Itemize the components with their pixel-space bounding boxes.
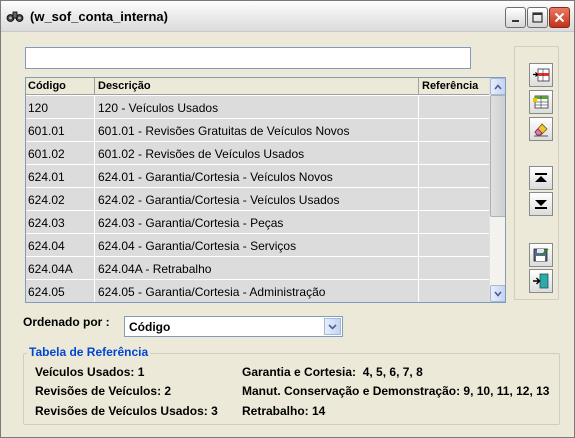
reference-item: Retrabalho: 14 (242, 404, 326, 418)
cell-codigo: 601.02 (28, 147, 65, 161)
cell-codigo: 624.03 (28, 216, 65, 230)
eraser-icon (534, 123, 548, 137)
column-header-descricao[interactable]: Descrição (98, 80, 151, 92)
window-title: (w_sof_conta_interna) (30, 9, 168, 24)
order-by-label: Ordenado por : (23, 315, 110, 329)
cell-descricao: 624.03 - Garantia/Cortesia - Peças (98, 216, 284, 230)
clear-button[interactable] (529, 117, 553, 141)
minimize-icon (511, 19, 519, 22)
column-header-referencia[interactable]: Referência (422, 80, 478, 92)
cell-descricao: 624.05 - Garantia/Cortesia - Administraç… (98, 285, 326, 299)
minimize-button[interactable] (505, 7, 526, 28)
table-row[interactable]: 601.02 601.02 - Revisões de Veículos Usa… (26, 142, 490, 165)
exit-icon (533, 273, 549, 289)
move-down-icon (535, 200, 547, 209)
insert-row-icon (533, 68, 550, 82)
cell-descricao: 120 - Veículos Usados (98, 101, 219, 115)
vertical-scrollbar[interactable] (489, 78, 505, 302)
move-down-button[interactable] (529, 192, 553, 216)
edit-table-icon (533, 95, 549, 109)
move-up-button[interactable] (529, 166, 553, 190)
table-row[interactable]: 624.04 624.04 - Garantia/Cortesia - Serv… (26, 234, 490, 257)
move-up-icon (535, 173, 547, 182)
cell-descricao: 624.02 - Garantia/Cortesia - Veículos Us… (98, 193, 340, 207)
cell-codigo: 624.04A (28, 262, 73, 276)
save-icon (533, 248, 549, 262)
dropdown-button[interactable] (324, 318, 341, 335)
toolbar-panel (514, 46, 559, 300)
close-button[interactable] (549, 7, 570, 28)
chevron-up-icon (494, 83, 502, 90)
chevron-down-icon (328, 323, 337, 330)
column-header-codigo[interactable]: Código (28, 80, 66, 92)
search-input[interactable] (25, 47, 471, 69)
table-row[interactable]: 624.01 624.01 - Garantia/Cortesia - Veíc… (26, 165, 490, 188)
cell-descricao: 624.04A - Retrabalho (98, 262, 212, 276)
reference-item: Revisões de Veículos Usados: 3 (35, 404, 218, 418)
insert-row-button[interactable] (529, 63, 553, 87)
table-row[interactable]: 624.04A 624.04A - Retrabalho (26, 257, 490, 280)
table-row[interactable]: 624.02 624.02 - Garantia/Cortesia - Veíc… (26, 188, 490, 211)
edit-table-button[interactable] (529, 90, 553, 114)
maximize-icon (532, 12, 543, 23)
order-by-value: Código (129, 320, 171, 334)
accounts-table: Código Descrição Referência 120 120 - Ve… (25, 77, 506, 303)
cell-descricao: 601.02 - Revisões de Veículos Usados (98, 147, 305, 161)
cell-codigo: 624.01 (28, 170, 65, 184)
exit-button[interactable] (529, 269, 553, 293)
close-icon (554, 12, 565, 23)
reference-item: Manut. Conservação e Demonstração: 9, 10… (242, 384, 550, 398)
reference-item: Garantia e Cortesia: 4, 5, 6, 7, 8 (242, 365, 423, 379)
main-window: (w_sof_conta_interna) Código Descrição R… (0, 0, 575, 438)
table-row[interactable]: 601.01 601.01 - Revisões Gratuitas de Ve… (26, 119, 490, 142)
maximize-button[interactable] (527, 7, 548, 28)
order-by-select[interactable]: Código (124, 316, 343, 337)
reference-item: Veículos Usados: 1 (35, 365, 145, 379)
reference-table-legend: Tabela de Referência (27, 345, 151, 359)
save-button[interactable] (529, 243, 553, 267)
scroll-down-button[interactable] (490, 285, 505, 302)
binoculars-icon (6, 9, 24, 23)
table-row[interactable]: 120 120 - Veículos Usados (26, 96, 490, 119)
chevron-down-icon (494, 290, 502, 297)
cell-codigo: 624.04 (28, 239, 65, 253)
title-bar[interactable]: (w_sof_conta_interna) (1, 1, 574, 32)
cell-descricao: 624.01 - Garantia/Cortesia - Veículos No… (98, 170, 333, 184)
table-body: 120 120 - Veículos Usados 601.01 601.01 … (26, 96, 490, 302)
reference-item: Revisões de Veículos: 2 (35, 384, 172, 398)
cell-codigo: 624.02 (28, 193, 65, 207)
table-row[interactable]: 624.03 624.03 - Garantia/Cortesia - Peça… (26, 211, 490, 234)
cell-codigo: 601.01 (28, 124, 65, 138)
cell-codigo: 624.05 (28, 285, 65, 299)
table-row[interactable]: 624.05 624.05 - Garantia/Cortesia - Admi… (26, 280, 490, 302)
table-header: Código Descrição Referência (26, 78, 490, 95)
scroll-thumb[interactable] (490, 95, 505, 217)
cell-codigo: 120 (28, 101, 49, 115)
cell-descricao: 601.01 - Revisões Gratuitas de Veículos … (98, 124, 350, 138)
cell-descricao: 624.04 - Garantia/Cortesia - Serviços (98, 239, 297, 253)
scroll-up-button[interactable] (490, 78, 505, 95)
